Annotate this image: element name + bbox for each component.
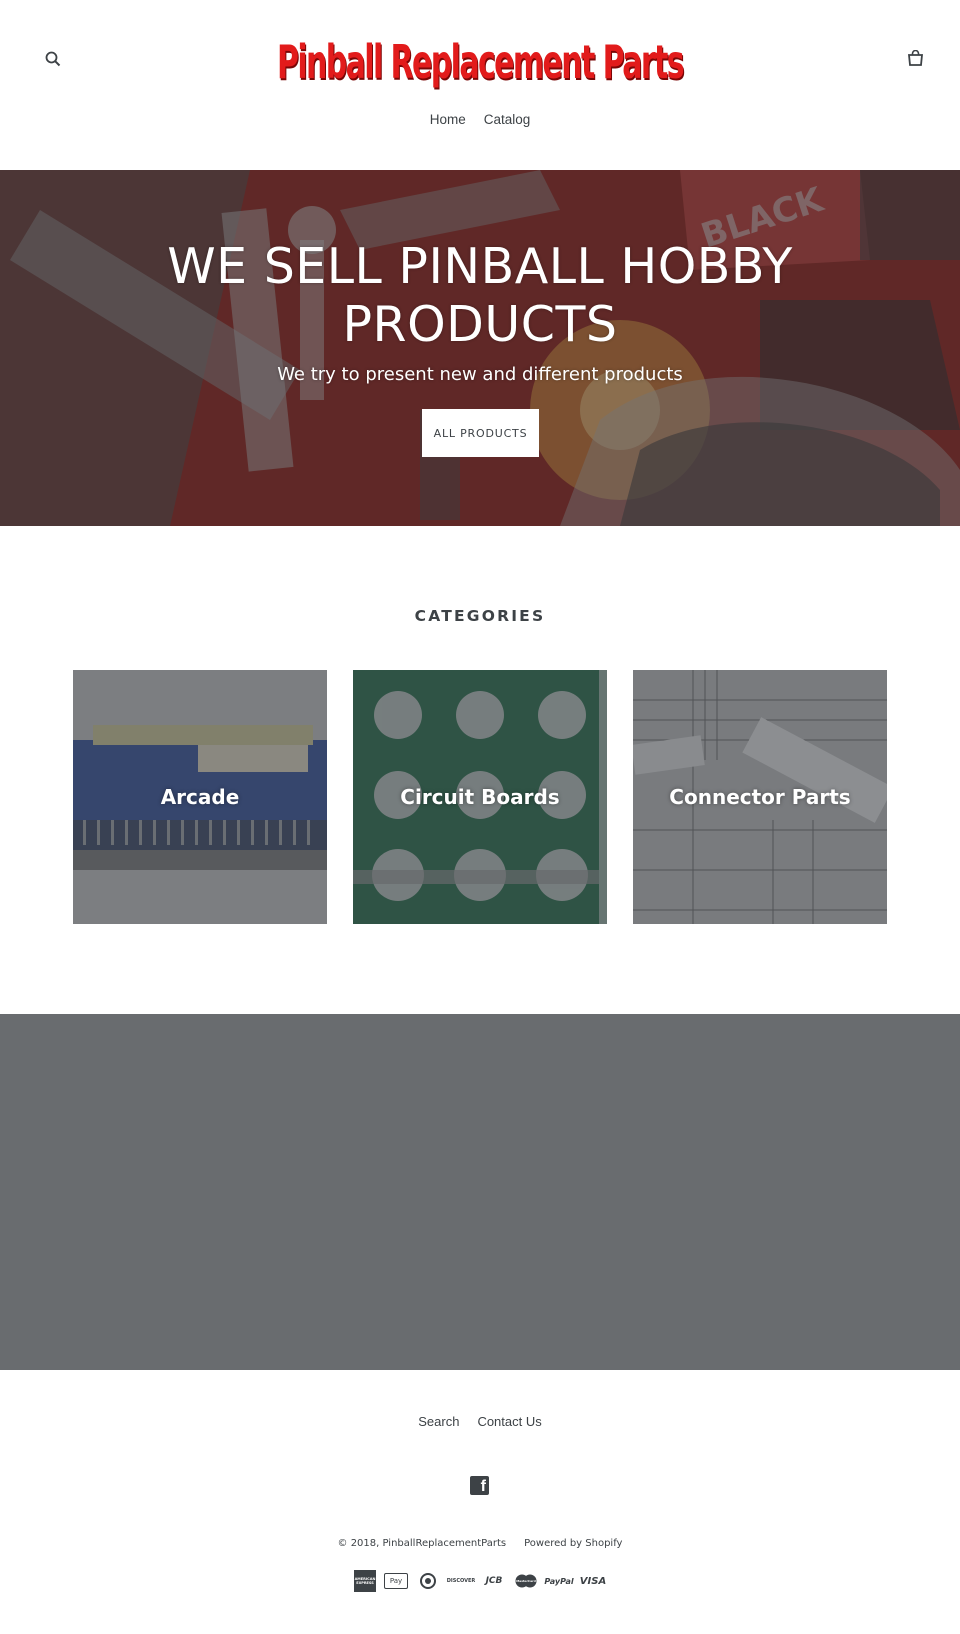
copyright-row: © 2018, PinballReplacementParts Powered … [0,1538,960,1549]
mastercard-icon: MasterCard [514,1573,538,1589]
jcb-icon: JCB [485,1576,503,1586]
copyright-text: © 2018, PinballReplacementParts [337,1538,507,1549]
payment-icons: AMERICAN EXPRESS Pay diners DISCOVER JCB… [0,1570,960,1592]
hero-banner: BLACK WE SELL PINBALL HOBBY PRODUCTS We … [0,170,960,526]
hero-title: WE SELL PINBALL HOBBY PRODUCTS [167,238,793,353]
site-header: Pinball Replacement Parts Home Catalog [0,0,960,170]
search-icon[interactable] [38,44,68,74]
cart-icon[interactable] [900,43,930,73]
footer-link-contact[interactable]: Contact Us [477,1414,541,1429]
footer-nav: Search Contact Us [0,1414,960,1429]
hero-subtitle: We try to present new and different prod… [277,364,683,385]
category-label-arcade: Arcade [160,785,240,809]
category-label-circuit-boards: Circuit Boards [400,785,560,809]
footer-link-search[interactable]: Search [418,1414,459,1429]
powered-by-link[interactable]: Powered by Shopify [524,1538,622,1549]
hero-content: WE SELL PINBALL HOBBY PRODUCTS We try to… [0,170,960,526]
amex-icon: AMERICAN EXPRESS [354,1570,376,1592]
all-products-button[interactable]: ALL PRODUCTS [422,409,539,457]
visa-icon: VISA [579,1575,607,1587]
categories-heading: CATEGORIES [414,607,546,625]
paypal-icon: PayPal [544,1576,574,1586]
site-logo[interactable]: Pinball Replacement Parts [277,30,685,96]
categories-grid: Arcade Circuit Boards Connector Parts [73,670,887,924]
category-card-connector-parts[interactable]: Connector Parts [633,670,887,924]
facebook-icon[interactable]: f [470,1476,489,1495]
nav-catalog[interactable]: Catalog [484,112,531,127]
discover-icon: DISCOVER [446,1578,476,1584]
category-card-arcade[interactable]: Arcade [73,670,327,924]
category-card-circuit-boards[interactable]: Circuit Boards [353,670,607,924]
logo-text: Pinball Replacement Parts [276,35,685,91]
category-label-connector-parts: Connector Parts [669,785,851,809]
nav-home[interactable]: Home [430,112,466,127]
apple-pay-icon: Pay [384,1573,408,1589]
featured-band [0,1014,960,1370]
main-nav: Home Catalog [0,112,960,127]
diners-icon: diners [416,1573,440,1589]
